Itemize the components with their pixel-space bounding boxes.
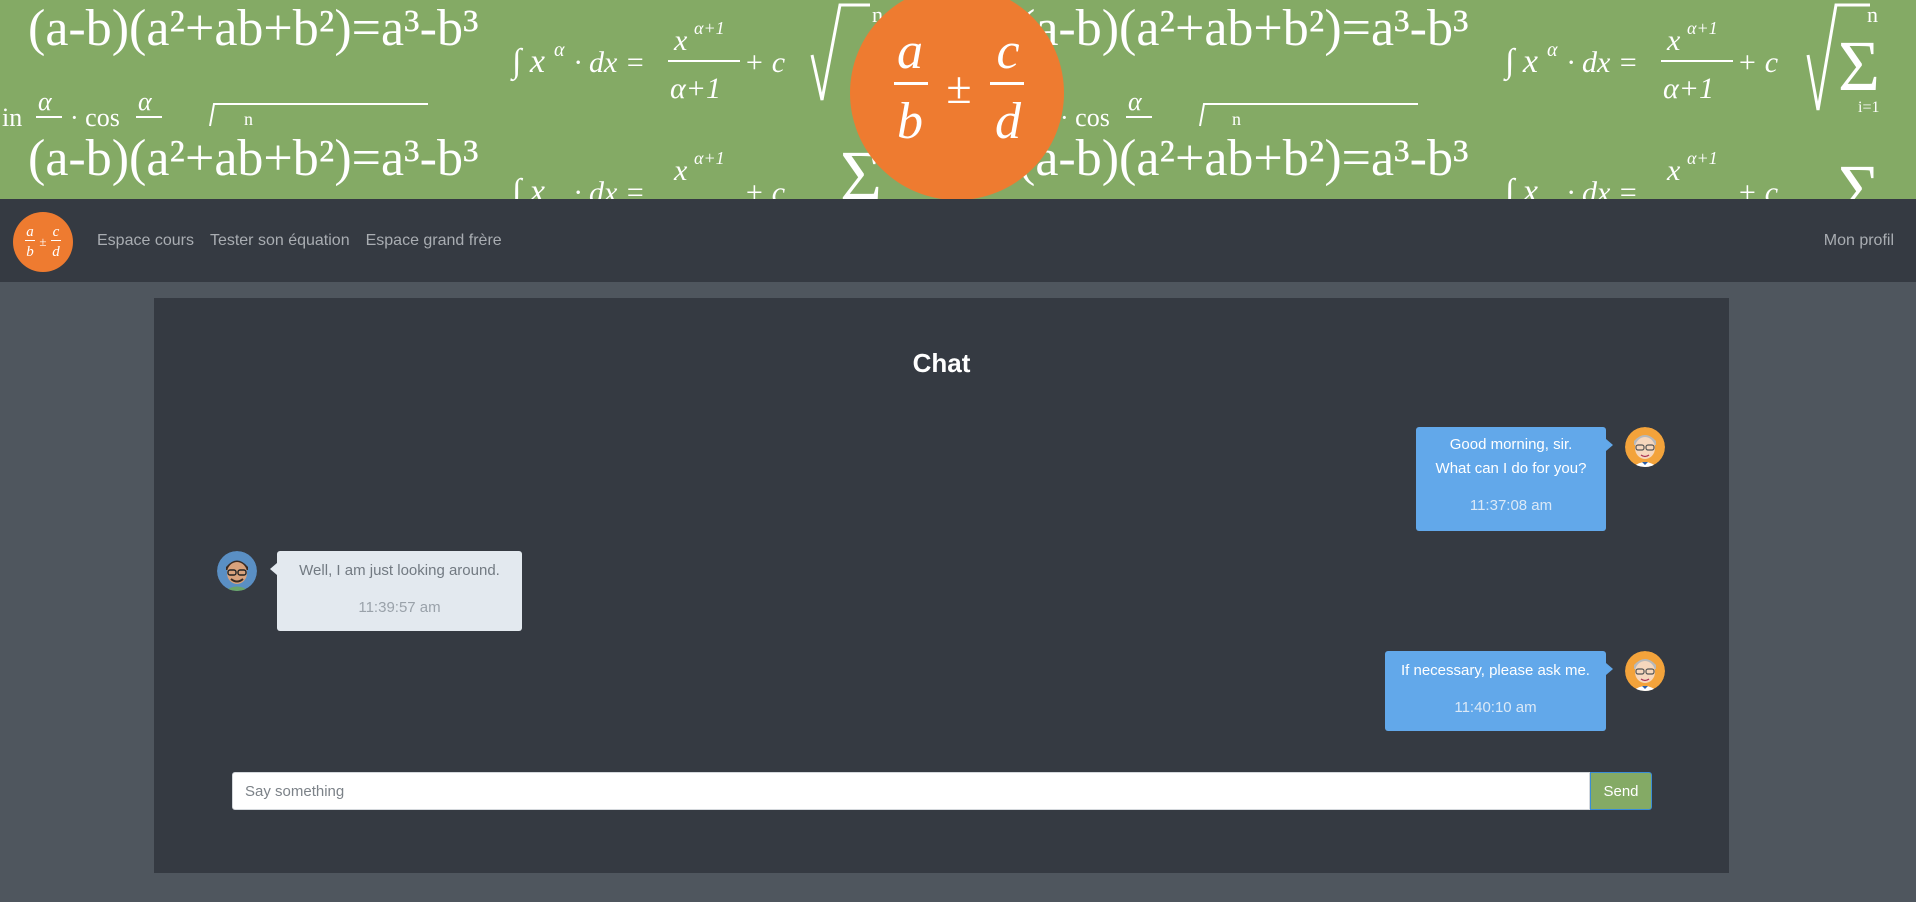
avatar-staff xyxy=(1625,427,1665,467)
svg-text:+ c: + c xyxy=(1737,176,1778,199)
message-text: Good morning, sir. xyxy=(1449,436,1573,453)
svg-text:α: α xyxy=(1547,39,1558,61)
send-button[interactable]: Send xyxy=(1590,772,1652,810)
svg-text:α+1: α+1 xyxy=(1687,148,1718,168)
formula-factorization: (a-b)(a²+ab+b²)=a³-b³ xyxy=(28,130,479,187)
nav-right: Mon profil xyxy=(1824,199,1894,282)
svg-text:α+1: α+1 xyxy=(1663,72,1714,105)
svg-text:x: x xyxy=(1666,24,1681,57)
formula-factorization: (a-b)(a²+ab+b²)=a³-b³ xyxy=(1018,0,1469,57)
sigma-glyph: Σ xyxy=(1838,26,1880,106)
svg-text:n: n xyxy=(1867,2,1878,27)
svg-text:±: ± xyxy=(946,62,971,113)
svg-text:∫ x: ∫ x xyxy=(1503,173,1538,199)
svg-text:α+1: α+1 xyxy=(694,148,725,168)
svg-text:x: x xyxy=(673,24,688,57)
header-banner: (a-b)(a²+ab+b²)=a³-b³ (a-b)(a²+ab+b²)=a³… xyxy=(0,0,1916,199)
svg-text:· dx =: · dx = xyxy=(574,46,645,79)
message-time: 11:39:57 am xyxy=(358,599,441,616)
svg-text:α: α xyxy=(138,87,153,116)
svg-text:+ c: + c xyxy=(1737,46,1778,79)
message-time: 11:40:10 am xyxy=(1454,699,1537,716)
svg-text:c: c xyxy=(53,224,60,240)
bubble-tail xyxy=(270,563,277,575)
svg-text:α: α xyxy=(1128,87,1143,116)
svg-text:· dx =: · dx = xyxy=(1567,176,1638,199)
svg-text:· cos: · cos xyxy=(1060,103,1110,132)
svg-text:a: a xyxy=(897,23,923,80)
svg-text:α+1: α+1 xyxy=(1687,18,1718,38)
nav-link-tester-equation[interactable]: Tester son équation xyxy=(210,232,350,250)
svg-text:c: c xyxy=(996,23,1019,80)
formula-factorization: (a-b)(a²+ab+b²)=a³-b³ xyxy=(28,0,479,57)
svg-text:· cos: · cos xyxy=(70,103,120,132)
message-text: Well, I am just looking around. xyxy=(299,562,500,579)
message-text: If necessary, please ask me. xyxy=(1401,662,1590,679)
bubble-tail xyxy=(1606,439,1613,451)
svg-text:d: d xyxy=(52,244,60,260)
message-time: 11:37:08 am xyxy=(1469,497,1553,514)
svg-text:α+1: α+1 xyxy=(694,18,725,38)
avatar-staff xyxy=(1625,651,1665,691)
svg-text:α+1: α+1 xyxy=(670,72,721,105)
avatar-visitor xyxy=(217,551,257,591)
message-input[interactable] xyxy=(232,772,1590,810)
svg-text:n: n xyxy=(1232,109,1241,129)
svg-text:d: d xyxy=(995,93,1022,150)
svg-text:∫ x: ∫ x xyxy=(510,173,545,199)
formula-sum: n Σ i=1 xyxy=(1806,2,1880,116)
chat-message-mine: If necessary, please ask me. 11:40:10 am xyxy=(1385,651,1613,731)
svg-text:i=1: i=1 xyxy=(1858,99,1879,116)
nav-links: Espace cours Tester son équation Espace … xyxy=(97,199,502,282)
site-logo-large: a b ± c d xyxy=(850,0,1064,199)
svg-text:∫ x: ∫ x xyxy=(1503,43,1538,82)
nav-logo[interactable]: a b ± c d xyxy=(13,212,73,272)
svg-text:x: x xyxy=(1666,154,1681,187)
chat-input-row: Send xyxy=(232,772,1652,810)
svg-text:a: a xyxy=(26,224,34,240)
svg-text:α: α xyxy=(554,39,565,61)
nav-link-espace-cours[interactable]: Espace cours xyxy=(97,232,194,250)
svg-text:x: x xyxy=(673,154,688,187)
formula-integral: ∫ x α · dx = x α+1 α+1 + c xyxy=(510,18,785,105)
formula-factorization: (a-b)(a²+ab+b²)=a³-b³ xyxy=(1018,130,1469,187)
svg-text:±: ± xyxy=(39,234,46,249)
svg-text:∫ x: ∫ x xyxy=(510,43,545,82)
chat-message-mine: Good morning, sir. What can I do for you… xyxy=(1416,427,1613,531)
svg-text:in: in xyxy=(2,103,22,132)
svg-text:· dx =: · dx = xyxy=(1567,46,1638,79)
chat-message-other: Well, I am just looking around. 11:39:57… xyxy=(270,551,522,631)
formula-integral-cut: ∫ x · dx = x α+1 + c xyxy=(1503,148,1778,199)
nav-link-profile[interactable]: Mon profil xyxy=(1824,232,1894,250)
formula-integral-cut: ∫ x · dx = x α+1 + c xyxy=(510,148,785,199)
navbar: a b ± c d Espace cours Tester son équati… xyxy=(0,199,1916,282)
svg-text:b: b xyxy=(26,244,34,260)
svg-text:α: α xyxy=(38,87,53,116)
svg-text:+ c: + c xyxy=(744,176,785,199)
svg-text:n: n xyxy=(244,109,253,129)
svg-text:+ c: + c xyxy=(744,46,785,79)
bubble-tail xyxy=(1606,663,1613,675)
nav-link-espace-grand-frere[interactable]: Espace grand frère xyxy=(366,232,502,250)
formula-integral: ∫ x α · dx = x α+1 α+1 + c xyxy=(1503,18,1778,105)
svg-text:· dx =: · dx = xyxy=(574,176,645,199)
message-text: What can I do for you? xyxy=(1435,460,1587,477)
page-title: Chat xyxy=(912,348,971,378)
sigma-glyph: Σ xyxy=(1838,150,1880,199)
svg-text:b: b xyxy=(897,93,923,150)
